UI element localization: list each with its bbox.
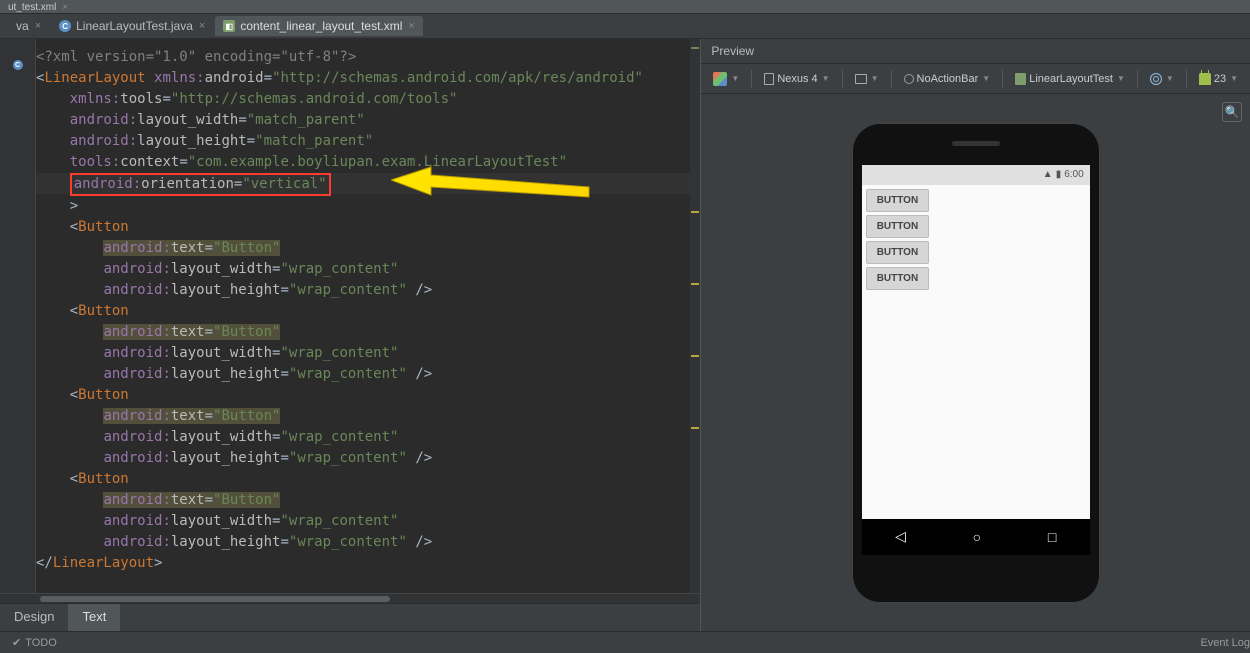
gutter: C: [0, 39, 36, 593]
separator: [842, 70, 843, 88]
root-node-icon[interactable]: C: [13, 60, 23, 70]
separator: [751, 70, 752, 88]
tab-label: LinearLayoutTest.java: [76, 19, 193, 33]
error-stripe[interactable]: [690, 39, 700, 593]
editor-tabs: va × C LinearLayoutTest.java × ◧ content…: [0, 14, 1250, 39]
todo-button[interactable]: ✔ TODO: [12, 636, 57, 649]
palette-icon: [713, 72, 727, 86]
api-label: 23: [1214, 73, 1226, 85]
close-icon[interactable]: ×: [408, 20, 414, 32]
globe-icon: [1150, 73, 1162, 85]
fold-icon[interactable]: [16, 47, 19, 58]
palette-dropdown[interactable]: ▼: [709, 70, 743, 88]
search-icon: 🔍: [1225, 105, 1240, 119]
tag-linearlayout: LinearLayout: [44, 70, 145, 86]
orientation-icon: [855, 74, 867, 84]
event-log-button[interactable]: Event Log: [1200, 637, 1250, 649]
separator: [1137, 70, 1138, 88]
theme-icon: [904, 74, 914, 84]
device-screen: ▲ ▮ 6:00 BUTTON BUTTON BUTTON BUTTON ◁: [862, 165, 1090, 555]
device-icon: [764, 73, 774, 85]
editor-mode-tabs: Design Text: [0, 603, 700, 631]
device-dropdown[interactable]: Nexus 4▼: [760, 71, 833, 87]
layout-file-icon: [1015, 73, 1026, 85]
xml-declaration: <?xml version="1.0" encoding="utf-8"?>: [36, 49, 356, 65]
rendered-button: BUTTON: [866, 267, 929, 290]
inspection-status-icon: [691, 47, 699, 49]
tab-java-file[interactable]: C LinearLayoutTest.java ×: [51, 16, 213, 36]
signal-icon: ▲: [1043, 169, 1053, 180]
device-frame: ▲ ▮ 6:00 BUTTON BUTTON BUTTON BUTTON ◁: [852, 123, 1100, 603]
close-icon[interactable]: ×: [199, 20, 205, 32]
zoom-button[interactable]: 🔍: [1222, 102, 1242, 122]
rendered-button: BUTTON: [866, 241, 929, 264]
home-icon: ○: [973, 529, 981, 545]
warning-mark-icon[interactable]: [691, 427, 699, 429]
back-icon: ◁: [895, 528, 906, 545]
device-label: Nexus 4: [777, 73, 817, 85]
tab-label: va: [16, 19, 29, 33]
scrollbar-thumb[interactable]: [40, 596, 390, 602]
preview-panel-title: Preview: [701, 39, 1250, 64]
preview-canvas[interactable]: 🔍 ▲ ▮ 6:00 BUTTON BUTTON BUTTON: [701, 94, 1250, 631]
layout-dropdown[interactable]: LinearLayoutTest▼: [1011, 71, 1129, 87]
orientation-dropdown[interactable]: ▼: [851, 72, 883, 86]
cropped-tab-label: ut_test.xml: [8, 2, 56, 13]
warning-mark-icon[interactable]: [691, 283, 699, 285]
status-bar: ▲ ▮ 6:00: [862, 165, 1090, 185]
layout-render: BUTTON BUTTON BUTTON BUTTON: [862, 185, 1090, 519]
recents-icon: □: [1048, 529, 1056, 545]
cropped-tab[interactable]: ut_test.xml ×: [0, 0, 1250, 14]
rendered-button: BUTTON: [866, 215, 929, 238]
theme-label: NoActionBar: [917, 73, 979, 85]
theme-dropdown[interactable]: NoActionBar▼: [900, 71, 995, 87]
separator: [1186, 70, 1187, 88]
tag-close-linearlayout: LinearLayout: [53, 555, 154, 571]
close-icon[interactable]: ×: [62, 2, 68, 13]
close-icon[interactable]: ×: [35, 20, 41, 32]
layout-label: LinearLayoutTest: [1029, 73, 1113, 85]
tab-xml-file[interactable]: ◧ content_linear_layout_test.xml ×: [215, 16, 423, 36]
rendered-button: BUTTON: [866, 189, 929, 212]
phone-speaker: [952, 141, 1000, 146]
tab-text[interactable]: Text: [68, 604, 120, 631]
nav-bar: ◁ ○ □: [862, 519, 1090, 555]
separator: [1002, 70, 1003, 88]
locale-dropdown[interactable]: ▼: [1146, 71, 1178, 87]
highlighted-attribute: android:orientation="vertical": [70, 173, 331, 196]
battery-icon: ▮: [1056, 169, 1062, 180]
warning-mark-icon[interactable]: [691, 355, 699, 357]
api-dropdown[interactable]: 23▼: [1195, 71, 1242, 87]
code-editor[interactable]: <?xml version="1.0" encoding="utf-8"?> <…: [36, 39, 700, 593]
clock-label: 6:00: [1064, 169, 1083, 180]
status-bar-bottom: ✔ TODO Event Log: [0, 631, 1250, 653]
tag-button: Button: [78, 219, 129, 235]
android-icon: [1199, 73, 1211, 85]
preview-toolbar: ▼ Nexus 4▼ ▼ NoActionBar▼ LinearLayoutTe…: [701, 64, 1250, 94]
warning-mark-icon[interactable]: [691, 211, 699, 213]
java-class-icon: C: [59, 20, 71, 32]
horizontal-scrollbar[interactable]: [0, 593, 700, 603]
tab-partial[interactable]: va ×: [8, 16, 49, 36]
tab-label: content_linear_layout_test.xml: [240, 19, 402, 33]
separator: [891, 70, 892, 88]
xml-file-icon: ◧: [223, 20, 235, 32]
tab-design[interactable]: Design: [0, 604, 68, 631]
